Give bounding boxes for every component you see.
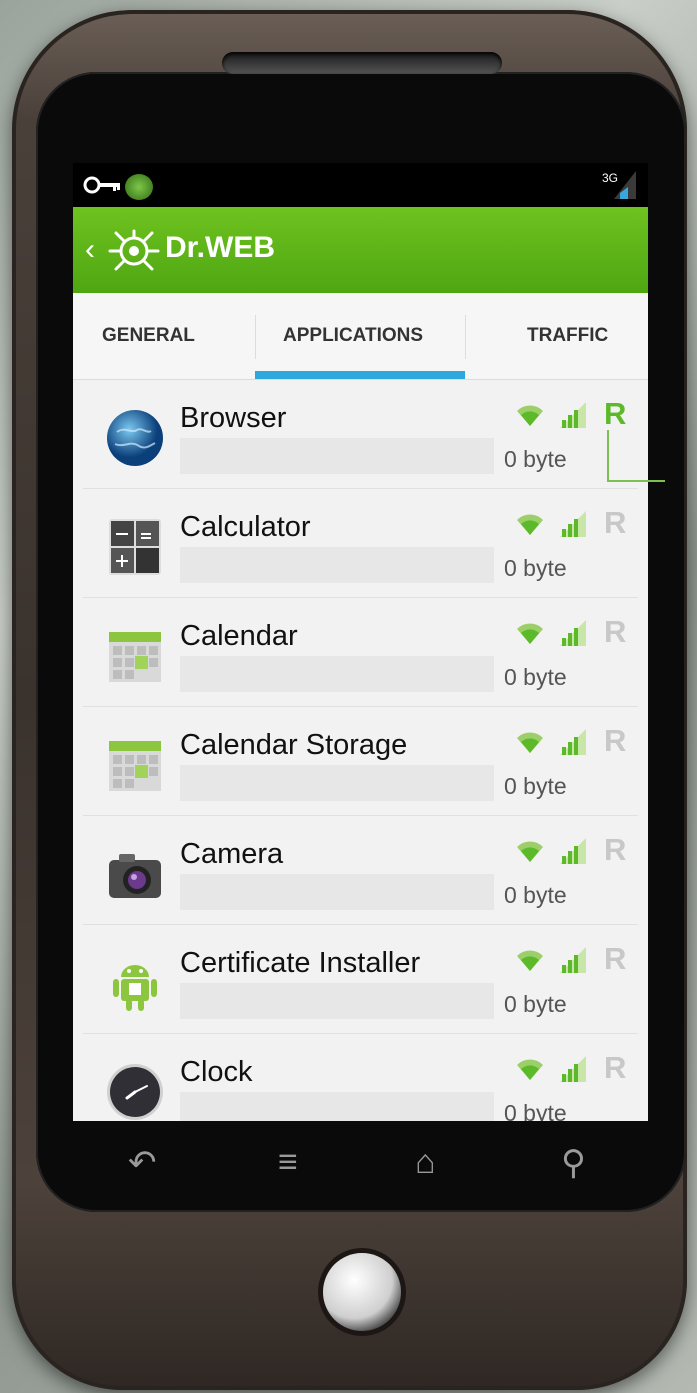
traffic-bar [180, 983, 494, 1019]
roaming-toggle[interactable]: R [604, 614, 626, 650]
app-name: Clock [180, 1056, 253, 1088]
status-bar: 3G [73, 163, 648, 207]
screen: 3G ‹ Dr.WEB GENERAL APPLICATIONS TRAFFIC… [73, 163, 648, 1121]
hardware-home-button[interactable] [323, 1253, 401, 1331]
app-name: Calendar [180, 620, 298, 652]
app-name: Browser [180, 402, 287, 434]
drweb-logo-icon [108, 229, 160, 271]
app-name: Certificate Installer [180, 947, 421, 979]
clock-icon [105, 1062, 165, 1121]
wifi-toggle-icon[interactable] [515, 729, 545, 760]
mobile-data-toggle-icon[interactable] [560, 511, 586, 542]
app-row[interactable]: Browser 0 byte R [83, 380, 638, 489]
app-row[interactable]: Clock 0 byte R [83, 1034, 638, 1121]
mobile-data-toggle-icon[interactable] [560, 947, 586, 978]
tab-divider [255, 315, 256, 359]
wifi-toggle-icon[interactable] [515, 511, 545, 542]
wifi-toggle-icon[interactable] [515, 1056, 545, 1087]
search-icon[interactable]: ⚲ [561, 1143, 586, 1183]
mobile-data-toggle-icon[interactable] [560, 729, 586, 760]
app-name: Camera [180, 838, 284, 870]
traffic-size: 0 byte [504, 773, 567, 799]
app-row[interactable]: Calendar Storage 0 byte R [83, 707, 638, 816]
traffic-bar [180, 656, 494, 692]
callout-line [607, 430, 665, 482]
mobile-data-toggle-icon[interactable] [560, 838, 586, 869]
traffic-size: 0 byte [504, 882, 567, 908]
mobile-data-toggle-icon[interactable] [560, 620, 586, 651]
tab-applications[interactable]: APPLICATIONS [283, 325, 423, 347]
wifi-toggle-icon[interactable] [515, 947, 545, 978]
mobile-data-toggle-icon[interactable] [560, 402, 586, 433]
camera-icon [105, 844, 165, 904]
roaming-toggle[interactable]: R [604, 723, 626, 759]
wifi-toggle-icon[interactable] [515, 838, 545, 869]
app-list: Browser 0 byte R Calculator 0 byte R Calendar 0… [73, 380, 648, 1121]
roaming-toggle[interactable]: R [604, 1050, 626, 1086]
app-title: Dr.WEB [165, 231, 276, 264]
traffic-bar [180, 547, 494, 583]
traffic-bar [180, 1092, 494, 1121]
wifi-toggle-icon[interactable] [515, 402, 545, 433]
traffic-size: 0 byte [504, 991, 567, 1017]
globe-icon [105, 408, 165, 468]
key-icon [83, 176, 120, 194]
roaming-toggle[interactable]: R [604, 941, 626, 977]
navigation-bar: ↶ ≡ ⌂ ⚲ [73, 1121, 648, 1211]
traffic-bar [180, 874, 494, 910]
menu-icon[interactable]: ≡ [278, 1143, 298, 1182]
calendar-icon [105, 626, 165, 686]
roaming-toggle[interactable]: R [604, 832, 626, 868]
app-row[interactable]: Calculator 0 byte R [83, 489, 638, 598]
traffic-size: 0 byte [504, 664, 567, 690]
traffic-size: 0 byte [504, 446, 567, 472]
traffic-bar [180, 438, 494, 474]
tab-divider [465, 315, 466, 359]
tab-general[interactable]: GENERAL [102, 325, 195, 347]
app-row[interactable]: Certificate Installer 0 byte R [83, 925, 638, 1034]
mobile-data-toggle-icon[interactable] [560, 1056, 586, 1087]
drweb-status-icon [125, 174, 153, 200]
app-row[interactable]: Camera 0 byte R [83, 816, 638, 925]
signal-strength-icon [614, 171, 636, 199]
back-icon[interactable]: ↶ [128, 1143, 157, 1183]
traffic-bar [180, 765, 494, 801]
earpiece-speaker [222, 52, 502, 74]
roaming-toggle[interactable]: R [604, 505, 626, 541]
app-row[interactable]: Calendar 0 byte R [83, 598, 638, 707]
app-name: Calculator [180, 511, 311, 543]
traffic-size: 0 byte [504, 555, 567, 581]
roaming-toggle[interactable]: R [604, 396, 626, 432]
back-chevron-icon[interactable]: ‹ [85, 235, 95, 265]
app-bar[interactable]: ‹ Dr.WEB [73, 207, 648, 293]
calculator-icon [105, 517, 165, 577]
active-tab-indicator [255, 371, 465, 379]
tab-traffic[interactable]: TRAFFIC [527, 325, 608, 347]
traffic-size: 0 byte [504, 1100, 567, 1121]
wifi-toggle-icon[interactable] [515, 620, 545, 651]
app-name: Calendar Storage [180, 729, 408, 761]
calendar-icon [105, 735, 165, 795]
android-icon [105, 953, 165, 1013]
home-icon[interactable]: ⌂ [415, 1143, 436, 1182]
tab-bar: GENERAL APPLICATIONS TRAFFIC [73, 293, 648, 380]
